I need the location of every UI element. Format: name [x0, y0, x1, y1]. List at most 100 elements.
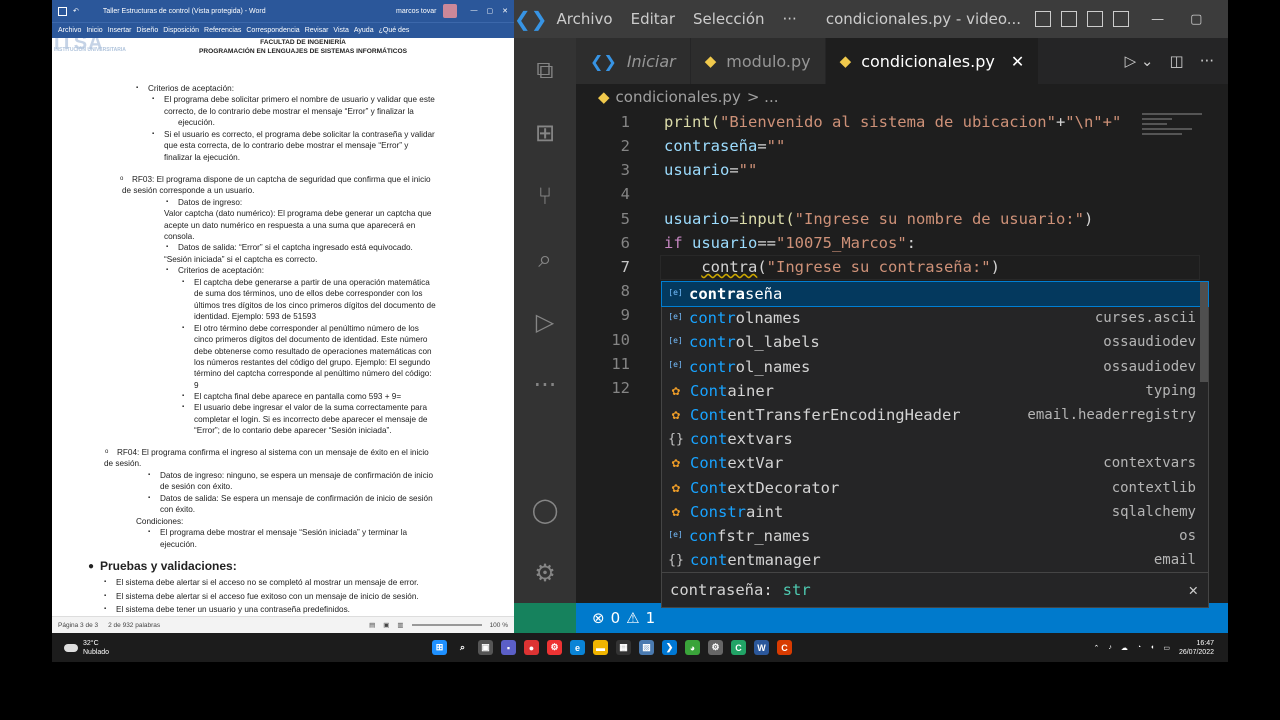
word-doc-title: Taller Estructuras de control (Vista pro…: [102, 7, 266, 15]
ribbon-tab[interactable]: Referencias: [204, 27, 241, 34]
battery-icon[interactable]: ▭: [1163, 644, 1170, 652]
suggestion-item-selected[interactable]: [e] contraseña: [661, 281, 1209, 307]
explorer-icon[interactable]: ⧉: [514, 38, 576, 101]
android-icon[interactable]: ◕: [685, 640, 700, 655]
ribbon-tab[interactable]: Inicio: [86, 27, 102, 34]
more-icon[interactable]: ···: [514, 353, 576, 416]
tab-modulo[interactable]: ◆ modulo.py: [690, 38, 826, 84]
customize-layout-icon[interactable]: [1113, 11, 1130, 27]
doc-line: ejecución.: [178, 118, 215, 127]
word-user-name[interactable]: marcos tovar: [396, 8, 436, 15]
close-icon[interactable]: ✕: [502, 7, 508, 15]
zoom-slider[interactable]: [411, 624, 482, 626]
suggestion-item[interactable]: [e] controlnames curses.ascii: [662, 306, 1208, 330]
ribbon-tab[interactable]: Archivo: [58, 27, 81, 34]
photos-icon[interactable]: ▨: [639, 640, 654, 655]
suggest-details: contraseña: str ✕: [662, 572, 1208, 607]
wifi-icon[interactable]: ◔: [1137, 644, 1141, 651]
ribbon-tab[interactable]: Revisar: [305, 27, 329, 34]
ribbon-tab[interactable]: Insertar: [108, 27, 132, 34]
weather-widget[interactable]: 32°C Nublado: [52, 639, 432, 657]
suggestion-item[interactable]: ✿ ContextDecorator contextlib: [662, 476, 1208, 500]
task-view-icon[interactable]: ▣: [478, 640, 493, 655]
zoom-level[interactable]: 100 %: [490, 622, 508, 629]
suggestion-item[interactable]: ✿ ContextVar contextvars: [662, 451, 1208, 475]
suggestion-item[interactable]: [e] confstr_names os: [662, 524, 1208, 548]
editor-tabs: ❮❯ Iniciar ◆ modulo.py ◆ condicionales.py ✕ …: [576, 38, 1228, 84]
ribbon-tab[interactable]: Vista: [333, 27, 348, 34]
ribbon-tab[interactable]: ¿Qué des: [379, 27, 410, 34]
menu-more[interactable]: ···: [774, 10, 806, 28]
suggestion-item[interactable]: {} contentmanager email: [662, 548, 1208, 572]
run-debug-icon[interactable]: ▷: [514, 290, 576, 353]
split-editor-icon[interactable]: ◫: [1170, 52, 1184, 70]
toggle-sidebar-icon[interactable]: [1035, 11, 1052, 27]
suggestion-item[interactable]: [e] control_labels ossaudiodev: [662, 330, 1208, 354]
settings-app-icon[interactable]: ⚙: [547, 640, 562, 655]
windows-start-icon[interactable]: ⊞: [432, 640, 447, 655]
recorder-icon[interactable]: C: [777, 640, 792, 655]
chat-icon[interactable]: ▪: [501, 640, 516, 655]
toggle-panel-icon[interactable]: [1061, 11, 1078, 27]
minimap[interactable]: [1138, 110, 1210, 200]
vscode-taskbar-icon[interactable]: ❯: [662, 640, 677, 655]
maximize-icon[interactable]: ▢: [487, 7, 494, 15]
camtasia-icon[interactable]: C: [731, 640, 746, 655]
search-icon[interactable]: ⌕: [514, 227, 576, 290]
minimize-icon[interactable]: —: [471, 7, 478, 15]
extensions-icon[interactable]: ⊞: [514, 101, 576, 164]
chrome-icon[interactable]: ●: [524, 640, 539, 655]
doc-line: ▪ El programa debe solicitar primero el n…: [152, 95, 435, 104]
search-icon[interactable]: ⌕: [455, 640, 470, 655]
more-actions-icon[interactable]: ···: [1200, 52, 1214, 70]
tab-condicionales[interactable]: ◆ condicionales.py ✕: [825, 38, 1040, 84]
save-icon[interactable]: [58, 6, 67, 16]
menu-archivo[interactable]: Archivo: [548, 10, 622, 28]
mic-icon[interactable]: ♪: [1108, 644, 1112, 651]
word-taskbar-icon[interactable]: W: [754, 640, 769, 655]
gear-icon[interactable]: ⚙: [708, 640, 723, 655]
ribbon-tab[interactable]: Correspondencia: [246, 27, 299, 34]
ribbon-tab[interactable]: Diseño: [136, 27, 158, 34]
menu-seleccion[interactable]: Selección: [684, 10, 774, 28]
breadcrumb-file[interactable]: condicionales.py: [616, 88, 741, 106]
volume-icon[interactable]: ◖: [1150, 644, 1154, 651]
problems-indicator[interactable]: ⊗ 0 ⚠ 1: [532, 609, 655, 627]
maximize-icon[interactable]: ▢: [1190, 12, 1202, 27]
ribbon-tab[interactable]: Ayuda: [354, 27, 374, 34]
suggestion-item[interactable]: [e] control_names ossaudiodev: [662, 355, 1208, 379]
close-details-icon[interactable]: ✕: [1189, 581, 1208, 599]
suggestion-item[interactable]: ✿ Container typing: [662, 379, 1208, 403]
run-icon[interactable]: ▷ ⌄: [1125, 52, 1154, 70]
avatar[interactable]: [442, 4, 457, 18]
print-layout-icon[interactable]: ▣: [383, 621, 389, 629]
edge-icon[interactable]: e: [570, 640, 585, 655]
account-icon[interactable]: ◯: [514, 478, 576, 541]
tab-iniciar[interactable]: ❮❯ Iniciar: [576, 38, 691, 84]
undo-icon[interactable]: ↶: [73, 7, 79, 15]
bullet-icon: ▪: [104, 606, 107, 612]
status-page[interactable]: Página 3 de 3: [58, 622, 98, 629]
menu-editar[interactable]: Editar: [622, 10, 684, 28]
gear-icon[interactable]: ⚙: [514, 541, 576, 604]
web-layout-icon[interactable]: ▥: [397, 621, 403, 629]
toggle-secondary-sidebar-icon[interactable]: [1087, 11, 1104, 27]
suggestion-item[interactable]: {} contextvars: [662, 427, 1208, 451]
read-mode-icon[interactable]: ▤: [369, 621, 375, 629]
word-document-page[interactable]: ITSA INSTITUCIÓN UNIVERSITARIA FACULTAD D…: [52, 38, 514, 616]
suggestion-item[interactable]: ✿ Constraint sqlalchemy: [662, 500, 1208, 524]
ribbon-tab[interactable]: Disposición: [163, 27, 199, 34]
suggestion-item[interactable]: ✿ ContentTransferEncodingHeader email.head…: [662, 403, 1208, 427]
minimize-icon[interactable]: —: [1151, 12, 1164, 27]
breadcrumb-rest[interactable]: > ...: [747, 88, 779, 106]
close-tab-icon[interactable]: ✕: [1011, 52, 1024, 71]
source-control-icon[interactable]: ⑂: [514, 164, 576, 227]
onedrive-icon[interactable]: ☁: [1121, 644, 1128, 652]
store-icon[interactable]: ▦: [616, 640, 631, 655]
status-words[interactable]: 2 de 932 palabras: [108, 622, 160, 629]
chevron-up-icon[interactable]: ⌃: [1093, 644, 1099, 652]
clock[interactable]: 16:47 26/07/2022: [1179, 639, 1214, 657]
file-explorer-icon[interactable]: ▬: [593, 640, 608, 655]
suggest-scrollbar[interactable]: [1200, 282, 1208, 382]
doc-line: ▪ El captcha debe generarse a partir de u…: [182, 278, 430, 287]
